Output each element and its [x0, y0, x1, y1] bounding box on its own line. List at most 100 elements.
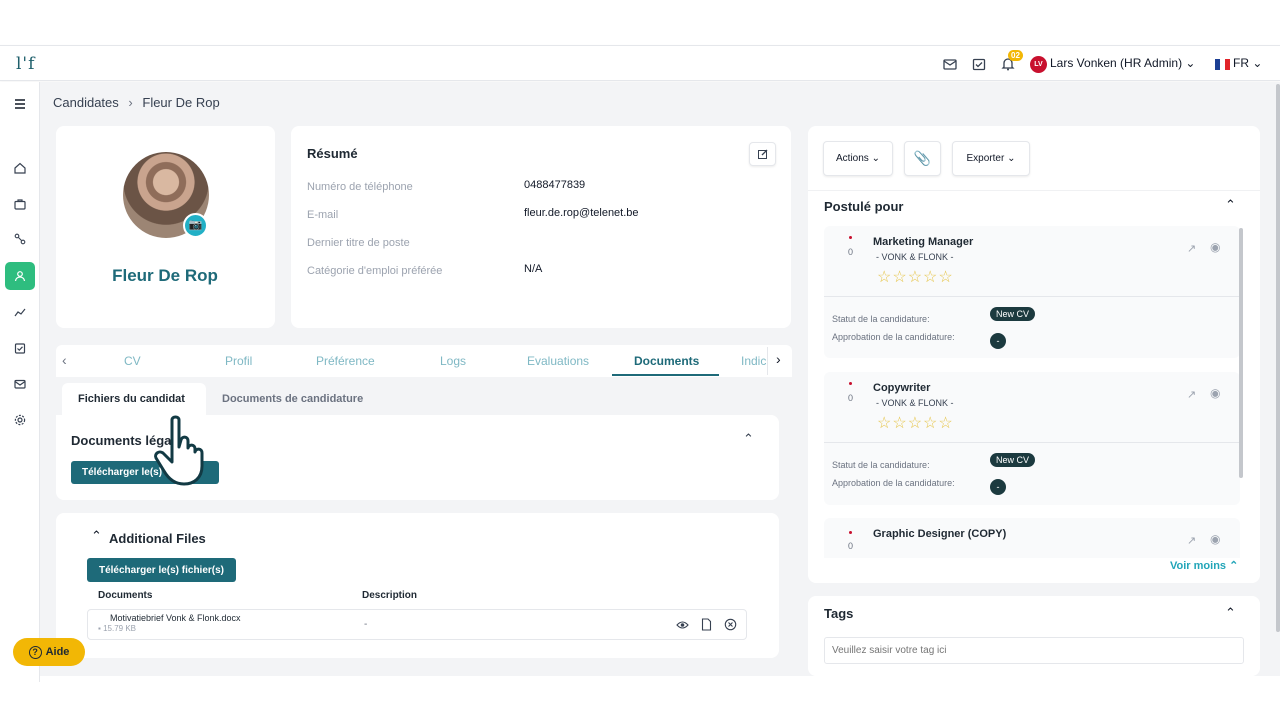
external-link-icon[interactable]: ↗ — [1187, 534, 1196, 547]
top-bar: l'f 02 LV Lars Vonken (HR Admin) ⌄ FR ⌄ — [0, 45, 1280, 81]
status-badge[interactable]: New CV — [990, 307, 1036, 321]
candidates-icon[interactable] — [5, 262, 35, 290]
preferred-category-label: Catégorie d'emploi préférée — [307, 265, 443, 277]
approval-badge[interactable]: - — [990, 333, 1006, 349]
camera-icon[interactable]: 📷 — [183, 213, 208, 238]
preferred-category-value: N/A — [524, 263, 543, 275]
workflow-icon[interactable] — [5, 225, 35, 253]
page-scrollbar[interactable] — [1276, 84, 1280, 632]
eye-icon[interactable]: ◉ — [1210, 386, 1220, 400]
subtab-candidate-files[interactable]: Fichiers du candidat — [78, 393, 185, 405]
chevron-up-icon[interactable]: ⌃ — [91, 528, 102, 544]
calendar-check-icon[interactable] — [971, 56, 987, 72]
tags-card — [808, 596, 1260, 676]
chevron-down-icon: ⌄ — [1185, 56, 1196, 70]
rating-stars[interactable]: ☆☆☆☆☆ — [877, 267, 954, 287]
subtab-application-documents[interactable]: Documents de candidature — [222, 393, 363, 405]
eye-icon[interactable]: ◉ — [1210, 240, 1220, 254]
job-title[interactable]: Marketing Manager — [873, 236, 973, 248]
job-title[interactable]: Graphic Designer (COPY) — [873, 528, 1006, 540]
status-label: Statut de la candidature: — [832, 314, 930, 324]
external-link-icon[interactable]: ↗ — [1187, 242, 1196, 255]
edit-icon[interactable] — [749, 142, 776, 166]
tabs-prev-icon[interactable]: ‹ — [62, 352, 67, 368]
tab-logs[interactable]: Logs — [440, 354, 466, 368]
user-menu[interactable]: Lars Vonken (HR Admin) ⌄ — [1050, 56, 1195, 70]
settings-icon[interactable] — [5, 406, 35, 434]
eye-icon[interactable] — [676, 619, 689, 631]
documents-column-header: Documents — [98, 590, 153, 601]
tab-evaluations[interactable]: Evaluations — [527, 354, 589, 368]
home-icon[interactable] — [5, 154, 35, 182]
job-dot — [849, 236, 852, 239]
phone-value: 0488477839 — [524, 179, 586, 191]
breadcrumb-root[interactable]: Candidates — [53, 95, 119, 110]
see-less-link[interactable]: Voir moins ⌃ — [1170, 559, 1238, 572]
tab-indicators[interactable]: Indic — [741, 354, 769, 368]
job-dot — [849, 531, 852, 534]
tab-preference[interactable]: Préférence — [316, 354, 375, 368]
divider — [808, 190, 1260, 191]
breadcrumb-current: Fleur De Rop — [142, 95, 220, 110]
job-count: 0 — [848, 247, 854, 257]
messages-icon[interactable] — [5, 370, 35, 398]
email-value: fleur.de.rop@telenet.be — [524, 207, 639, 219]
tag-input[interactable] — [824, 637, 1244, 664]
notification-badge: 02 — [1008, 50, 1023, 61]
chevron-up-icon: ⌃ — [1229, 560, 1239, 572]
file-description: - — [364, 619, 368, 630]
attachment-button[interactable]: 📎 — [904, 141, 941, 176]
tasks-icon[interactable] — [5, 334, 35, 362]
file-row: Motivatiebrief Vonk & Flonk.docx ▪ 15.79… — [87, 609, 747, 640]
document-icon[interactable] — [701, 618, 712, 631]
actions-button[interactable]: Actions ⌄ — [823, 141, 893, 176]
question-icon: ? — [28, 645, 42, 659]
job-title[interactable]: Copywriter — [873, 382, 930, 394]
chevron-down-icon: ⌄ — [871, 153, 880, 164]
candidate-name: Fleur De Rop — [112, 266, 218, 285]
file-size-wrap: ▪ 15.79 KB — [98, 624, 136, 633]
collapse-icon[interactable]: ⌃ — [1225, 605, 1236, 621]
export-button[interactable]: Exporter ⌄ — [952, 141, 1030, 176]
applied-for-title: Postulé pour — [824, 199, 904, 214]
user-avatar[interactable]: LV — [1030, 56, 1047, 73]
briefcase-icon[interactable] — [5, 190, 35, 218]
menu-icon[interactable] — [5, 90, 35, 118]
chevron-down-icon: ⌄ — [1007, 153, 1016, 164]
language-selector[interactable]: FR ⌄ — [1233, 56, 1262, 70]
french-flag-icon[interactable] — [1215, 59, 1230, 70]
tabs-next-icon[interactable]: › — [776, 351, 781, 367]
status-label: Statut de la candidature: — [832, 460, 930, 470]
eye-icon[interactable]: ◉ — [1210, 532, 1220, 546]
see-less-label: Voir moins — [1170, 560, 1227, 572]
external-link-icon[interactable]: ↗ — [1187, 388, 1196, 401]
remove-icon[interactable] — [724, 618, 737, 631]
tabs-bar: ‹ CV Profil Préférence Logs Evaluations … — [56, 345, 792, 377]
breadcrumb: Candidates › Fleur De Rop — [53, 95, 220, 110]
approval-badge[interactable]: - — [990, 479, 1006, 495]
tab-documents[interactable]: Documents — [634, 354, 699, 368]
tab-cv[interactable]: CV — [124, 354, 141, 368]
help-button[interactable]: ? Aide — [13, 638, 85, 666]
job-card: 0 Marketing Manager - VONK & FLONK - ☆☆☆… — [824, 226, 1240, 358]
mail-icon[interactable] — [942, 56, 958, 72]
user-name: Lars Vonken (HR Admin) — [1050, 56, 1183, 70]
file-icon: ▪ — [98, 624, 101, 633]
app-logo[interactable]: l'f — [16, 54, 35, 74]
resume-card — [291, 126, 791, 328]
status-badge[interactable]: New CV — [990, 453, 1036, 467]
help-label: Aide — [45, 646, 70, 658]
resume-title: Résumé — [307, 146, 358, 161]
analytics-icon[interactable] — [5, 298, 35, 326]
actions-label: Actions — [836, 153, 869, 164]
upload-files-button[interactable]: Télécharger le(s) fichier(s) — [87, 558, 236, 582]
last-job-title-label: Dernier titre de poste — [307, 237, 410, 249]
collapse-icon[interactable]: ⌃ — [1225, 197, 1236, 213]
tab-profile[interactable]: Profil — [225, 354, 252, 368]
rating-stars[interactable]: ☆☆☆☆☆ — [877, 413, 954, 433]
hand-cursor-icon — [154, 415, 204, 486]
jobs-scrollbar[interactable] — [1239, 228, 1243, 478]
collapse-icon[interactable]: ⌃ — [743, 431, 754, 447]
divider — [824, 442, 1240, 443]
job-company: - VONK & FLONK - — [876, 252, 954, 262]
